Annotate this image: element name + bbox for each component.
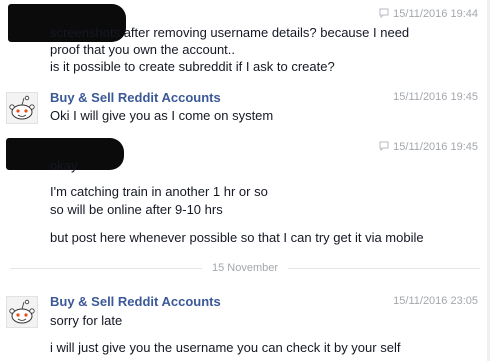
message-text: sorry for late [50, 313, 123, 328]
chat-bubble-icon [379, 8, 389, 18]
reddit-alien-avatar-icon[interactable] [6, 92, 38, 124]
sender-name[interactable]: Buy & Sell Reddit Accounts [50, 90, 221, 105]
message-timestamp: 15/11/2016 19:44 [379, 8, 478, 20]
message-text: I'm catching train in another 1 hr or so [50, 184, 268, 199]
day-divider-label: 15 November [201, 262, 289, 274]
message-text: okay [50, 158, 78, 173]
message-text: proof that you own the account.. [50, 42, 236, 57]
reddit-alien-avatar-icon[interactable] [6, 296, 38, 328]
chat-bubble-icon [379, 141, 389, 151]
message-text: is it possible to create subreddit if I … [50, 59, 335, 74]
day-divider: 15 November [0, 262, 490, 274]
message-timestamp: 15/11/2016 19:45 [393, 91, 478, 103]
message-timestamp: 15/11/2016 23:05 [393, 295, 478, 307]
message-timestamp: 15/11/2016 19:45 [379, 141, 478, 153]
message-text: so will be online after 9-10 hrs [50, 202, 223, 217]
message-text: screenshots after removing username deta… [50, 25, 410, 40]
sender-name[interactable]: Buy & Sell Reddit Accounts [50, 294, 221, 309]
message-text: but post here whenever possible so that … [50, 230, 424, 245]
message-text: i will just give you the username you ca… [50, 340, 401, 355]
message-text: Oki I will give you as I come on system [50, 108, 274, 123]
